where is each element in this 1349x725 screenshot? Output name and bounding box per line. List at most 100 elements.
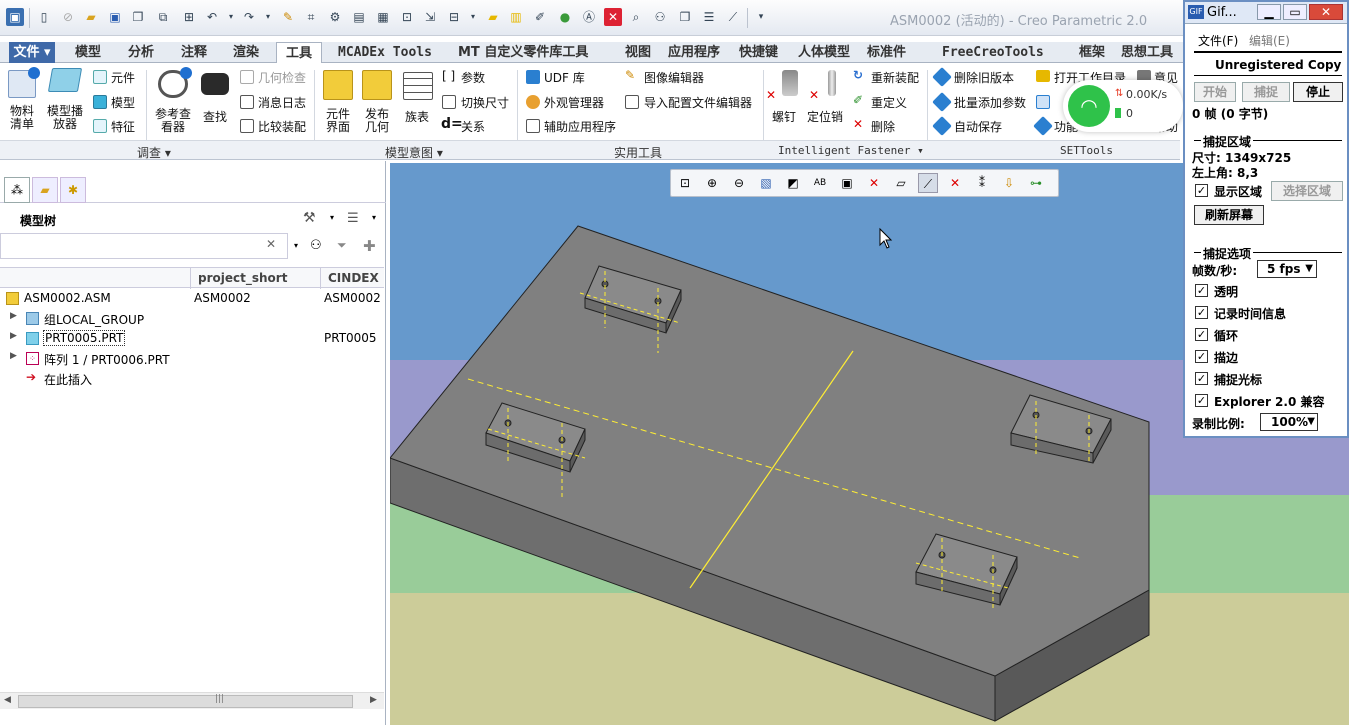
- show-region-checkbox[interactable]: ✓: [1195, 184, 1208, 197]
- close-button[interactable]: ✕: [1309, 4, 1343, 20]
- tab-view[interactable]: 视图: [625, 42, 651, 63]
- delete-old-versions-button[interactable]: 删除旧版本: [954, 69, 1014, 86]
- tree-search-input[interactable]: [0, 233, 288, 259]
- explorer-compat-checkbox[interactable]: ✓: [1195, 394, 1208, 407]
- grid-icon[interactable]: ▦: [374, 8, 392, 26]
- tab-frame[interactable]: 框架: [1079, 42, 1105, 63]
- scroll-thumb[interactable]: |||: [18, 694, 353, 708]
- redefine-button[interactable]: 重定义: [871, 94, 907, 111]
- regenerate-icon[interactable]: ⊞: [180, 8, 198, 26]
- axis-display-icon[interactable]: ⟋: [918, 173, 938, 193]
- tab-tools[interactable]: 工具: [276, 42, 323, 64]
- reassemble-button[interactable]: 重新装配: [871, 69, 919, 86]
- copy-icon[interactable]: ❐: [129, 8, 147, 26]
- repaint-icon[interactable]: ▧: [756, 173, 776, 193]
- select-region-button[interactable]: 选择区域: [1271, 181, 1343, 201]
- redo-icon[interactable]: ↷: [240, 8, 258, 26]
- tree-row[interactable]: ▶ PRT0005.PRT PRT0005: [0, 329, 384, 349]
- find-button[interactable]: 查找: [203, 108, 227, 125]
- family-table-button[interactable]: 族表: [405, 108, 429, 125]
- parameters-button[interactable]: 参数: [461, 69, 485, 86]
- spin-center-icon[interactable]: ⊶: [1026, 173, 1046, 193]
- menu-edit[interactable]: 编辑(E): [1249, 32, 1290, 49]
- tree-horizontal-scrollbar[interactable]: ◀ ||| ▶: [0, 692, 384, 709]
- scroll-right-icon[interactable]: ▶: [370, 695, 377, 705]
- column-project-short[interactable]: project_short: [198, 271, 287, 285]
- export-icon[interactable]: ⇲: [421, 8, 439, 26]
- clear-search-icon[interactable]: ✕: [266, 237, 276, 251]
- autosave-button[interactable]: 自动保存: [954, 118, 1002, 135]
- tree-show-dropdown-icon[interactable]: ▾: [372, 213, 376, 222]
- scale-select[interactable]: 100% ▼: [1260, 413, 1318, 431]
- measure-icon[interactable]: ⟋: [724, 8, 742, 26]
- tab-mt-lib[interactable]: MT 自定义零件库工具: [458, 42, 588, 63]
- loop-checkbox[interactable]: ✓: [1195, 328, 1208, 341]
- datum-display-icon[interactable]: ✕: [864, 173, 884, 193]
- publish-geometry-button[interactable]: 发布 几何: [365, 108, 389, 134]
- search-dropdown-icon[interactable]: ▾: [294, 241, 298, 250]
- layout-icon[interactable]: ⊟: [445, 8, 463, 26]
- column-cindex[interactable]: CINDEX: [328, 271, 379, 285]
- maximize-button[interactable]: ▭: [1283, 4, 1307, 20]
- zoom-out-icon[interactable]: ⊖: [729, 173, 749, 193]
- expand-arrow-icon[interactable]: ▶: [10, 351, 17, 361]
- binoculars-icon[interactable]: ⚇: [651, 8, 669, 26]
- switch-dimensions-button[interactable]: 切换尺寸: [461, 94, 509, 111]
- border-checkbox[interactable]: ✓: [1195, 350, 1208, 363]
- csys-display-icon[interactable]: ⁑: [972, 173, 992, 193]
- tab-file[interactable]: 文件 ▾: [9, 42, 55, 63]
- start-button[interactable]: 开始: [1194, 82, 1236, 102]
- component-interface-button[interactable]: 元件 界面: [326, 108, 350, 134]
- a-icon[interactable]: Ⓐ: [580, 8, 598, 26]
- tab-render[interactable]: 渲染: [233, 42, 259, 63]
- locating-pin-button[interactable]: 定位销: [807, 108, 843, 125]
- zoom-in-icon[interactable]: ⊕: [702, 173, 722, 193]
- import-config-editor-button[interactable]: 导入配置文件编辑器: [644, 94, 752, 111]
- timestamp-checkbox[interactable]: ✓: [1195, 306, 1208, 319]
- expand-arrow-icon[interactable]: ▶: [10, 311, 17, 321]
- message-log-button[interactable]: 消息日志: [258, 94, 306, 111]
- window2-icon[interactable]: ⊡: [398, 8, 416, 26]
- undo-icon[interactable]: ↶: [203, 8, 221, 26]
- point-display-icon[interactable]: ✕: [945, 173, 965, 193]
- compare-assembly-button[interactable]: 比较装配: [258, 118, 306, 135]
- settings-icon[interactable]: ⚙: [326, 8, 344, 26]
- tree-settings-icon[interactable]: ⚒: [303, 210, 316, 226]
- folder-icon[interactable]: ▰: [484, 8, 502, 26]
- relations-button[interactable]: 关系: [461, 118, 485, 135]
- aux-application-button[interactable]: 辅助应用程序: [544, 118, 616, 135]
- open-folder-icon[interactable]: ▰: [82, 8, 100, 26]
- add-icon[interactable]: ✚: [363, 237, 376, 255]
- filter-icon[interactable]: ⏷: [337, 238, 347, 253]
- tab-manikin[interactable]: 人体模型: [798, 42, 850, 63]
- menu-file[interactable]: 文件(F): [1198, 32, 1238, 49]
- capture-button[interactable]: 捕捉: [1242, 82, 1290, 102]
- layout-dropdown-icon[interactable]: ▾: [464, 8, 482, 26]
- window-icon[interactable]: ⧉: [154, 8, 172, 26]
- component-button[interactable]: 元件: [111, 69, 135, 86]
- expand-arrow-icon[interactable]: ▶: [10, 331, 17, 341]
- tree-row[interactable]: ➔ 在此插入: [0, 369, 384, 389]
- bom-button[interactable]: 物料 清单: [10, 105, 34, 131]
- display-icon[interactable]: ▤: [350, 8, 368, 26]
- feature-button[interactable]: 特征: [111, 118, 135, 135]
- folder-browser-tab-icon[interactable]: ▰: [32, 177, 58, 203]
- tab-shortcuts[interactable]: 快捷键: [739, 42, 778, 63]
- screw-button[interactable]: 螺钉: [772, 108, 796, 125]
- tab-analysis[interactable]: 分析: [128, 42, 154, 63]
- list-icon[interactable]: ☰: [700, 8, 718, 26]
- tab-annotate[interactable]: 注释: [181, 42, 207, 63]
- globe-icon[interactable]: ●: [556, 8, 574, 26]
- group-investigate[interactable]: 调查 ▾: [137, 144, 171, 161]
- image-editor-button[interactable]: 图像编辑器: [644, 69, 704, 86]
- tab-standard-parts[interactable]: 标准件: [867, 42, 906, 63]
- tree-settings-dropdown-icon[interactable]: ▾: [330, 213, 334, 222]
- saved-views-icon[interactable]: AB: [810, 173, 830, 193]
- model-player-button[interactable]: 模型播 放器: [47, 105, 83, 131]
- model-tree-tab-icon[interactable]: ⁂: [4, 177, 30, 203]
- network-speed-widget[interactable]: ◠ ⇅ 0.00K/s 0: [1063, 80, 1183, 132]
- new-file-icon[interactable]: ▯: [35, 8, 53, 26]
- appearance-manager-button[interactable]: 外观管理器: [544, 94, 604, 111]
- view-manager-icon[interactable]: ▣: [837, 173, 857, 193]
- tab-applications[interactable]: 应用程序: [668, 42, 720, 63]
